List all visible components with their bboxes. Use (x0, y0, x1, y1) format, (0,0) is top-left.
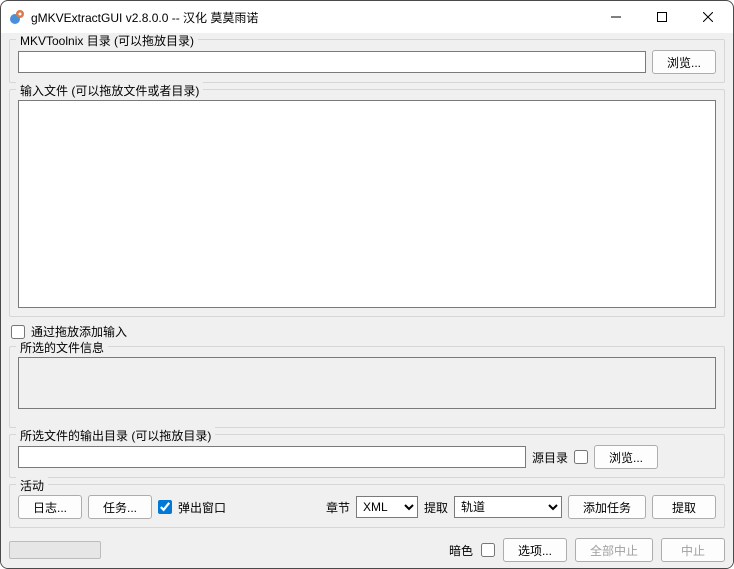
app-icon (9, 9, 25, 25)
activity-label: 活动 (16, 477, 48, 494)
file-info-group: 所选的文件信息 (9, 346, 725, 428)
activity-group: 活动 日志... 任务... 弹出窗口 章节 XML 提取 轨道 添加任务 提取 (9, 484, 725, 528)
abort-all-button[interactable]: 全部中止 (575, 538, 653, 562)
output-dir-input[interactable] (18, 446, 526, 468)
tasks-button[interactable]: 任务... (88, 495, 152, 519)
mkvtoolnix-dir-group: MKVToolnix 目录 (可以拖放目录) 浏览... (9, 39, 725, 83)
drag-add-label[interactable]: 通过拖放添加输入 (31, 323, 127, 340)
chapter-label: 章节 (326, 499, 350, 516)
file-info-box (18, 357, 716, 409)
window-controls (593, 2, 731, 32)
file-info-label: 所选的文件信息 (16, 339, 108, 356)
popup-label[interactable]: 弹出窗口 (178, 499, 226, 516)
window-title: gMKVExtractGUI v2.8.0.0 -- 汉化 莫莫雨诺 (31, 9, 593, 26)
source-dir-checkbox[interactable] (574, 450, 588, 464)
dark-mode-checkbox[interactable] (481, 543, 495, 557)
mkvtoolnix-dir-input[interactable] (18, 51, 646, 73)
output-browse-button[interactable]: 浏览... (594, 445, 658, 469)
drag-add-checkbox[interactable] (11, 325, 25, 339)
add-task-button[interactable]: 添加任务 (568, 495, 646, 519)
mkvtoolnix-browse-button[interactable]: 浏览... (652, 50, 716, 74)
dark-mode-label: 暗色 (449, 542, 473, 559)
drag-drop-row: 通过拖放添加输入 (9, 323, 725, 340)
close-button[interactable] (685, 2, 731, 32)
bottom-bar: 暗色 选项... 全部中止 中止 (1, 534, 733, 568)
minimize-button[interactable] (593, 2, 639, 32)
input-files-group: 输入文件 (可以拖放文件或者目录) (9, 89, 725, 317)
titlebar[interactable]: gMKVExtractGUI v2.8.0.0 -- 汉化 莫莫雨诺 (1, 1, 733, 33)
chapter-format-select[interactable]: XML (356, 496, 418, 518)
output-dir-group: 所选文件的输出目录 (可以拖放目录) 源目录 浏览... (9, 434, 725, 478)
popup-checkbox[interactable] (158, 500, 172, 514)
output-dir-label: 所选文件的输出目录 (可以拖放目录) (16, 427, 215, 444)
log-button[interactable]: 日志... (18, 495, 82, 519)
input-files-listbox[interactable] (18, 100, 716, 308)
extract-mode-select[interactable]: 轨道 (454, 496, 562, 518)
options-button[interactable]: 选项... (503, 538, 567, 562)
progress-bar (9, 541, 101, 559)
abort-button[interactable]: 中止 (661, 538, 725, 562)
mkvtoolnix-dir-label: MKVToolnix 目录 (可以拖放目录) (16, 33, 198, 49)
input-files-label: 输入文件 (可以拖放文件或者目录) (16, 82, 203, 99)
client-area: MKVToolnix 目录 (可以拖放目录) 浏览... 输入文件 (可以拖放文… (1, 33, 733, 534)
source-dir-label: 源目录 (532, 449, 568, 466)
maximize-button[interactable] (639, 2, 685, 32)
extract-mode-label: 提取 (424, 499, 448, 516)
extract-button[interactable]: 提取 (652, 495, 716, 519)
app-window: gMKVExtractGUI v2.8.0.0 -- 汉化 莫莫雨诺 MKVTo… (0, 0, 734, 569)
